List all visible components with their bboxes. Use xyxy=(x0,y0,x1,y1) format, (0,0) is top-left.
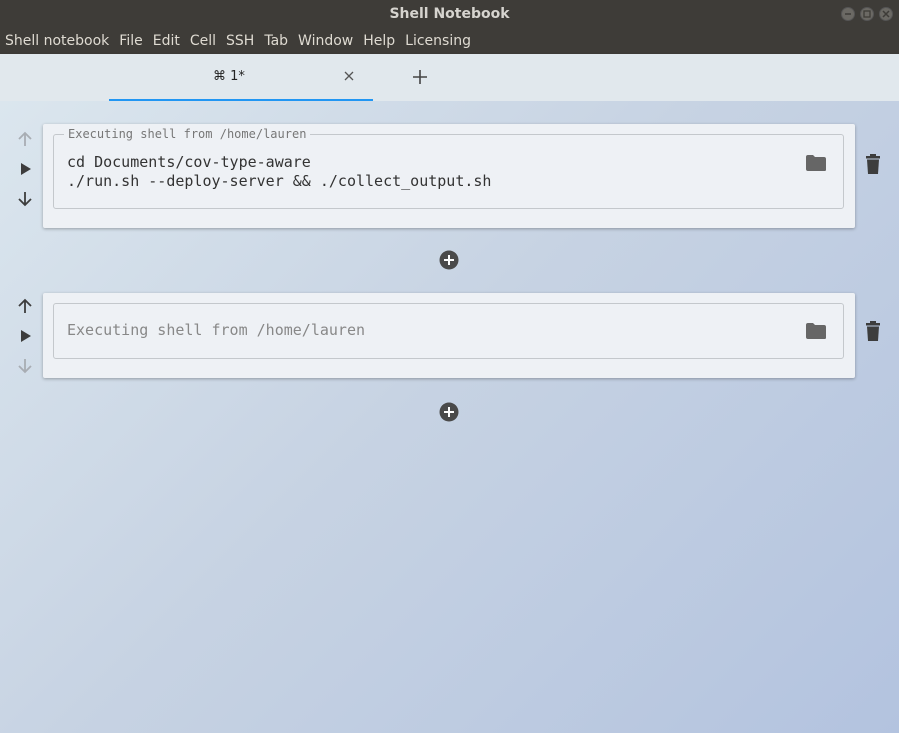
minimize-icon xyxy=(845,13,851,15)
add-cell-icon[interactable] xyxy=(439,250,459,270)
cell-2: Executing shell from /home/lauren xyxy=(43,293,855,378)
close-window-button[interactable] xyxy=(879,7,893,21)
trash-icon[interactable] xyxy=(864,320,882,342)
maximize-icon xyxy=(863,10,871,18)
cell-input[interactable]: Executing shell from /home/lauren xyxy=(53,303,844,359)
menu-licensing[interactable]: Licensing xyxy=(400,28,476,54)
tab-close-icon[interactable] xyxy=(342,69,356,83)
menu-edit[interactable]: Edit xyxy=(148,28,185,54)
tab-label: ⌘ 1* xyxy=(213,69,245,84)
move-down-icon[interactable] xyxy=(15,356,35,376)
code-line-1: cd Documents/cov-type-aware xyxy=(67,153,311,171)
run-cell-icon[interactable] xyxy=(15,159,35,179)
menu-help[interactable]: Help xyxy=(358,28,400,54)
cell-1: Executing shell from /home/lauren cd Doc… xyxy=(43,124,855,228)
code-line-2: ./run.sh --deploy-server && ./collect_ou… xyxy=(67,172,492,190)
tab-bar: ⌘ 1* xyxy=(0,54,899,101)
title-bar: Shell Notebook xyxy=(0,0,899,28)
move-up-icon[interactable] xyxy=(15,129,35,149)
cell-placeholder: Executing shell from /home/lauren xyxy=(67,321,366,339)
menu-ssh[interactable]: SSH xyxy=(221,28,259,54)
cell-legend: Executing shell from /home/lauren xyxy=(64,127,311,141)
tab-1[interactable]: ⌘ 1* xyxy=(109,54,373,101)
folder-icon[interactable] xyxy=(805,322,827,340)
menu-shell-notebook[interactable]: Shell notebook xyxy=(0,28,114,54)
trash-icon[interactable] xyxy=(864,153,882,175)
menu-bar: Shell notebook File Edit Cell SSH Tab Wi… xyxy=(0,28,899,54)
window-title: Shell Notebook xyxy=(389,6,510,22)
folder-icon[interactable] xyxy=(805,154,827,172)
move-up-icon[interactable] xyxy=(15,296,35,316)
run-cell-icon[interactable] xyxy=(15,326,35,346)
new-tab-icon[interactable] xyxy=(411,68,429,86)
close-icon xyxy=(882,10,890,18)
menu-tab[interactable]: Tab xyxy=(259,28,293,54)
add-cell-icon[interactable] xyxy=(439,402,459,422)
maximize-button[interactable] xyxy=(860,7,874,21)
window-controls xyxy=(841,7,893,21)
move-down-icon[interactable] xyxy=(15,189,35,209)
menu-window[interactable]: Window xyxy=(293,28,358,54)
cell-input[interactable]: Executing shell from /home/lauren cd Doc… xyxy=(53,127,844,209)
minimize-button[interactable] xyxy=(841,7,855,21)
menu-file[interactable]: File xyxy=(114,28,147,54)
menu-cell[interactable]: Cell xyxy=(185,28,221,54)
